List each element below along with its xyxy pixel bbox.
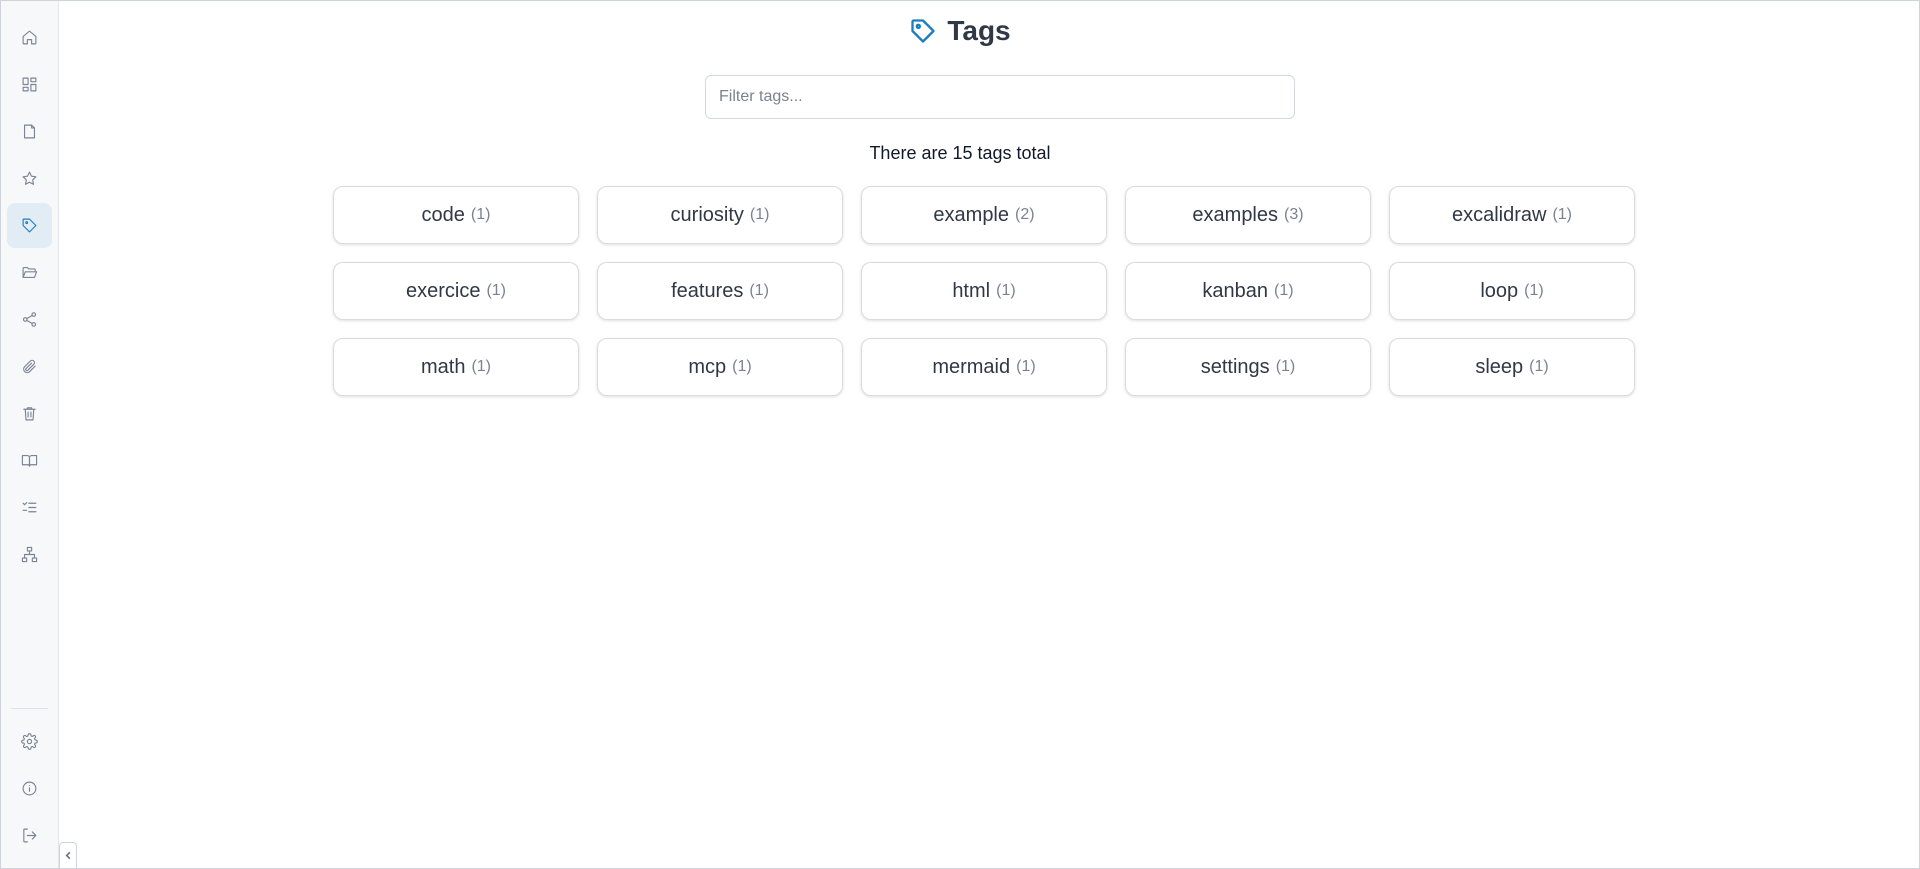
page-title: Tags <box>947 15 1011 46</box>
tag-card[interactable]: exercice (1) <box>333 262 579 320</box>
info-icon <box>22 781 37 796</box>
page-header: Tags <box>59 15 1861 47</box>
sidebar-item-favorites[interactable] <box>7 156 52 201</box>
logout-icon <box>23 828 37 843</box>
tag-name: examples <box>1192 203 1279 226</box>
sidebar-item-dashboard[interactable] <box>7 62 52 107</box>
sidebar-item-shared[interactable] <box>7 297 52 342</box>
tag-card[interactable]: mermaid (1) <box>861 338 1107 396</box>
tag-count: (1) <box>1275 358 1296 375</box>
sidebar <box>1 1 59 868</box>
tag-card[interactable]: features (1) <box>597 262 843 320</box>
tags-total-count: There are 15 tags total <box>869 143 1051 163</box>
sidebar-item-trash[interactable] <box>7 391 52 436</box>
tag-name: curiosity <box>670 203 744 226</box>
tag-count: (1) <box>486 282 507 299</box>
tag-count: (1) <box>1016 358 1036 375</box>
share-icon <box>22 312 37 327</box>
file-icon <box>23 124 36 139</box>
tag-icon <box>22 218 37 233</box>
tags-grid: code (1) curiosity (1) example (2) examp… <box>333 186 1639 396</box>
tag-card[interactable]: kanban (1) <box>1125 262 1371 320</box>
sidebar-item-notes[interactable] <box>7 109 52 154</box>
tag-icon <box>911 19 936 43</box>
tag-count: (3) <box>1284 206 1304 223</box>
gear-icon <box>21 733 38 750</box>
paperclip-icon <box>23 359 36 374</box>
tag-count: (1) <box>1552 206 1573 223</box>
sidebar-item-logout[interactable] <box>7 813 52 858</box>
tag-name: features <box>671 279 744 302</box>
tag-card[interactable]: loop (1) <box>1389 262 1635 320</box>
tag-card[interactable]: math (1) <box>333 338 579 396</box>
page-header-inner: Tags <box>909 15 1011 47</box>
sidebar-divider <box>11 708 48 709</box>
tag-card[interactable]: mcp (1) <box>597 338 843 396</box>
sidebar-item-hierarchy[interactable] <box>7 532 52 577</box>
app-window: Tags There are 15 tags total code (1) cu… <box>0 0 1920 869</box>
tag-name: code <box>421 203 465 226</box>
tag-count: (1) <box>996 282 1016 299</box>
sidebar-nav <box>7 15 52 579</box>
tag-card[interactable]: example (2) <box>861 186 1107 244</box>
sidebar-item-tags[interactable] <box>7 203 52 248</box>
sidebar-item-attachments[interactable] <box>7 344 52 389</box>
tag-name: sleep <box>1475 355 1524 378</box>
tag-name: loop <box>1480 279 1519 302</box>
tag-name: mcp <box>688 355 727 378</box>
tag-name: settings <box>1200 355 1270 378</box>
tag-card[interactable]: excalidraw (1) <box>1389 186 1635 244</box>
tag-name: mermaid <box>932 355 1011 378</box>
tag-count: (1) <box>1529 358 1549 375</box>
home-icon <box>22 30 37 45</box>
tag-count: (1) <box>471 358 492 375</box>
tag-count: (2) <box>1015 206 1035 223</box>
tag-count: (1) <box>732 358 752 375</box>
book-open-icon <box>21 454 38 467</box>
sidebar-item-settings[interactable] <box>7 719 52 764</box>
tag-name: math <box>420 355 466 378</box>
tag-name: example <box>933 203 1010 226</box>
tag-card[interactable]: settings (1) <box>1125 338 1371 396</box>
tag-card[interactable]: curiosity (1) <box>597 186 843 244</box>
tag-card[interactable]: code (1) <box>333 186 579 244</box>
tag-card[interactable]: examples (3) <box>1125 186 1371 244</box>
filter-tags-input[interactable] <box>705 75 1295 119</box>
folder-open-icon <box>22 266 38 279</box>
sidebar-bottom-nav <box>7 719 52 860</box>
filter-wrapper <box>705 75 1295 119</box>
tag-name: html <box>952 279 991 302</box>
tag-name: kanban <box>1202 279 1269 302</box>
tag-card[interactable]: html (1) <box>861 262 1107 320</box>
star-icon <box>22 171 37 185</box>
main-content: Tags There are 15 tags total code (1) cu… <box>59 1 1919 868</box>
tag-card[interactable]: sleep (1) <box>1389 338 1635 396</box>
network-icon <box>21 546 38 563</box>
list-checks-icon <box>22 501 37 513</box>
tag-count: (1) <box>749 282 769 299</box>
tag-count: (1) <box>1274 282 1294 299</box>
tag-name: exercice <box>405 279 481 302</box>
trash-icon <box>23 407 36 421</box>
sidebar-item-tasks[interactable] <box>7 485 52 530</box>
sidebar-item-about[interactable] <box>7 766 52 811</box>
tag-count: (1) <box>470 206 491 223</box>
tag-count: (1) <box>1524 282 1544 299</box>
tag-name: excalidraw <box>1451 203 1547 226</box>
sidebar-item-home[interactable] <box>7 15 52 60</box>
tag-count: (1) <box>749 206 770 223</box>
dashboard-icon <box>22 77 37 92</box>
sidebar-item-folders[interactable] <box>7 250 52 295</box>
sidebar-item-docs[interactable] <box>7 438 52 483</box>
